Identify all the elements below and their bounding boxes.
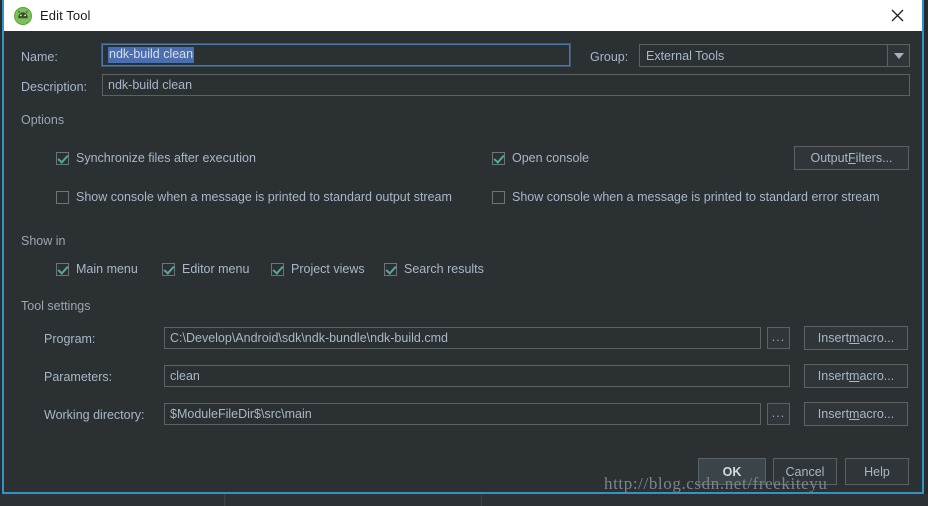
- options-section-label: Options: [21, 113, 65, 127]
- browse-label: ...: [771, 329, 786, 344]
- backdrop-divider: [481, 494, 482, 506]
- checkbox-label: Editor menu: [182, 262, 250, 276]
- checkbox-open-console[interactable]: Open console: [492, 151, 589, 165]
- checkbox-project-views[interactable]: Project views: [271, 262, 365, 276]
- tool-settings-section-label: Tool settings: [21, 299, 91, 313]
- insert-macro-label-pre: Insert: [817, 369, 850, 383]
- help-label: Help: [864, 464, 890, 479]
- working-directory-input[interactable]: $ModuleFileDir$\src\main: [164, 403, 761, 425]
- program-insert-macro-button[interactable]: Insert m acro...: [804, 326, 908, 350]
- show-in-section-label: Show in: [21, 234, 66, 248]
- checkbox-label: Main menu: [76, 262, 138, 276]
- close-icon[interactable]: [884, 0, 910, 31]
- checkbox-icon: [271, 262, 284, 276]
- checkbox-label: Project views: [291, 262, 365, 276]
- checkbox-search-results[interactable]: Search results: [384, 262, 484, 276]
- chevron-down-icon[interactable]: [887, 45, 909, 66]
- checkbox-icon: [56, 151, 69, 165]
- program-input[interactable]: C:\Develop\Android\sdk\ndk-bundle\ndk-bu…: [164, 327, 761, 349]
- description-input-value: ndk-build clean: [108, 77, 193, 92]
- parameters-input-value: clean: [170, 368, 200, 383]
- backdrop-divider: [224, 494, 225, 506]
- android-studio-icon: [14, 6, 32, 25]
- checkbox-synchronize-files[interactable]: Synchronize files after execution: [56, 151, 256, 165]
- insert-macro-label-pre: Insert: [817, 407, 850, 421]
- checkbox-label: Show console when a message is printed t…: [76, 190, 452, 204]
- working-directory-insert-macro-button[interactable]: Insert m acro...: [804, 402, 908, 426]
- program-input-value: C:\Develop\Android\sdk\ndk-bundle\ndk-bu…: [170, 330, 448, 345]
- name-input-value: ndk-build clean: [108, 47, 195, 63]
- output-filters-label-pre: Output: [810, 151, 849, 165]
- checkbox-show-console-stderr[interactable]: Show console when a message is printed t…: [492, 190, 880, 204]
- checkbox-show-console-stdout[interactable]: Show console when a message is printed t…: [56, 190, 452, 204]
- dialog-title-bar: Edit Tool: [4, 0, 922, 31]
- checkbox-icon: [56, 262, 69, 276]
- insert-macro-label-post: acro...: [859, 369, 895, 383]
- checkbox-icon: [384, 262, 397, 276]
- checkbox-icon: [492, 151, 505, 165]
- checkbox-label: Show console when a message is printed t…: [512, 190, 880, 204]
- watermark: http://blog.csdn.net/freekiteyu: [604, 474, 828, 493]
- insert-macro-mnemonic: m: [849, 331, 860, 345]
- output-filters-mnemonic: F: [848, 151, 856, 165]
- name-input[interactable]: ndk-build clean: [101, 43, 571, 67]
- edit-tool-dialog: Edit Tool Name: ndk-build clean Group: E…: [2, 0, 924, 494]
- backdrop-strip: [0, 494, 928, 506]
- group-label: Group:: [590, 50, 629, 64]
- checkbox-icon: [492, 190, 505, 204]
- working-directory-label: Working directory:: [44, 408, 145, 422]
- insert-macro-label-pre: Insert: [817, 331, 850, 345]
- working-directory-browse-button[interactable]: ...: [767, 403, 790, 425]
- working-directory-input-value: $ModuleFileDir$\src\main: [170, 406, 312, 421]
- checkbox-icon: [162, 262, 175, 276]
- group-select-value: External Tools: [646, 48, 725, 63]
- browse-label: ...: [771, 405, 786, 420]
- name-label: Name:: [21, 50, 58, 64]
- description-input[interactable]: ndk-build clean: [102, 74, 910, 96]
- checkbox-editor-menu[interactable]: Editor menu: [162, 262, 249, 276]
- insert-macro-mnemonic: m: [849, 407, 860, 421]
- dialog-title: Edit Tool: [40, 8, 91, 23]
- description-label: Description:: [21, 80, 87, 94]
- output-filters-button[interactable]: Output Filters...: [794, 146, 909, 170]
- checkbox-label: Search results: [404, 262, 484, 276]
- checkbox-icon: [56, 190, 69, 204]
- parameters-insert-macro-button[interactable]: Insert m acro...: [804, 364, 908, 388]
- parameters-input[interactable]: clean: [164, 365, 790, 387]
- help-button[interactable]: Help: [845, 458, 909, 485]
- parameters-label: Parameters:: [44, 370, 113, 384]
- checkbox-label: Synchronize files after execution: [76, 151, 256, 165]
- program-browse-button[interactable]: ...: [767, 327, 790, 349]
- output-filters-label-post: ilters...: [855, 151, 893, 165]
- dialog-content: Name: ndk-build clean Group: External To…: [4, 31, 922, 492]
- group-select[interactable]: External Tools: [639, 44, 910, 67]
- program-label: Program:: [44, 332, 96, 346]
- insert-macro-label-post: acro...: [859, 407, 895, 421]
- insert-macro-mnemonic: m: [849, 369, 860, 383]
- insert-macro-label-post: acro...: [859, 331, 895, 345]
- checkbox-label: Open console: [512, 151, 590, 165]
- checkbox-main-menu[interactable]: Main menu: [56, 262, 138, 276]
